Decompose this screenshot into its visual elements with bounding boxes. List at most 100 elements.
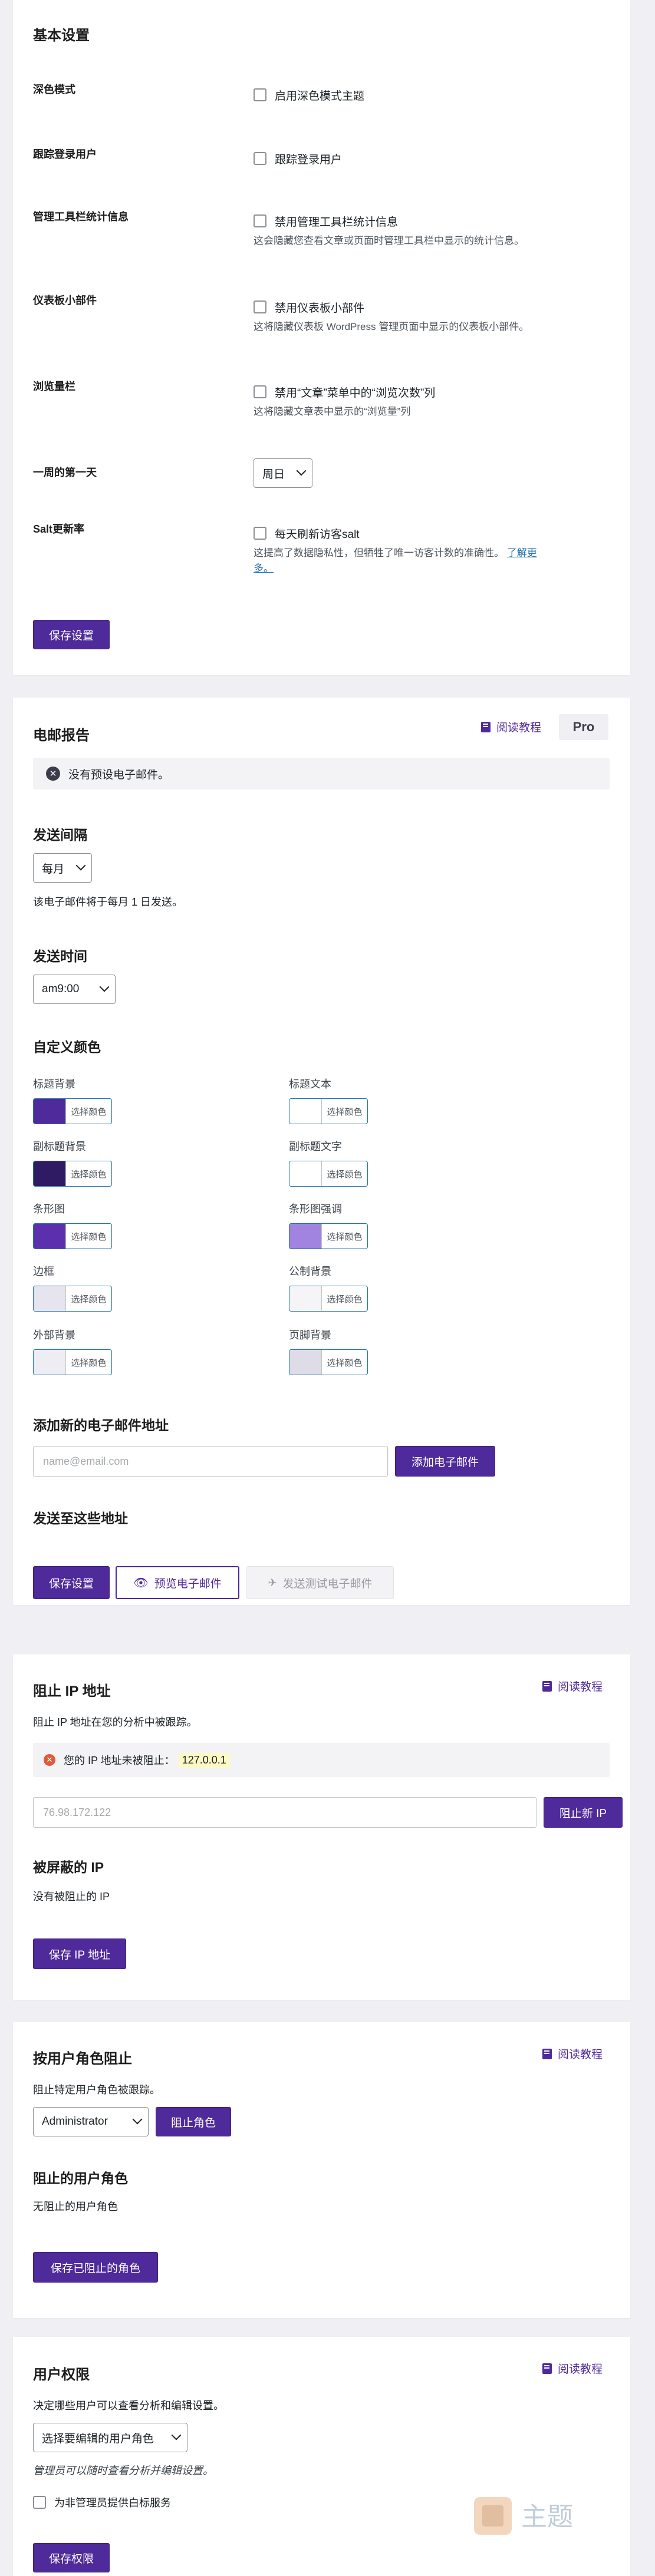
color-picker-text: 选择颜色 bbox=[321, 1161, 367, 1186]
salt-desc-text: 这提高了数据隐私性，但牺牲了唯一访客计数的准确性。 bbox=[254, 547, 504, 559]
email-reports-card: 电邮报告 阅读教程 Pro ✕ 没有预设电子邮件。 发送间隔 每月 该电子邮件将… bbox=[13, 698, 630, 1605]
ip-address-input[interactable]: 76.98.172.122 bbox=[33, 1797, 536, 1828]
learn-more-link[interactable]: 了解更 bbox=[507, 547, 537, 559]
send-test-email-button: ✈ 发送测试电子邮件 bbox=[246, 1566, 394, 1599]
watermark-logo-graphic: 主题 bbox=[474, 2497, 573, 2535]
book-icon bbox=[542, 2363, 552, 2374]
send-interval-title: 发送间隔 bbox=[33, 827, 87, 843]
chevron-down-icon bbox=[171, 2430, 182, 2440]
send-time-title: 发送时间 bbox=[33, 949, 87, 964]
save-ip-button[interactable]: 保存 IP 地址 bbox=[33, 1938, 126, 1969]
salt-checkbox[interactable] bbox=[254, 527, 266, 540]
send-interval-value: 每月 bbox=[42, 863, 65, 876]
dark-mode-label: 深色模式 bbox=[33, 84, 75, 95]
chevron-down-icon bbox=[132, 2114, 143, 2125]
block-role-title: 按用户角色阻止 bbox=[33, 2051, 132, 2067]
dashboard-widget-checkbox[interactable] bbox=[254, 300, 266, 313]
views-column-label: 浏览量栏 bbox=[33, 381, 75, 392]
week-start-value: 周日 bbox=[262, 468, 285, 481]
views-column-desc: 这将隐藏文章表中显示的“浏览量”列 bbox=[254, 406, 411, 417]
admin-bar-checkbox[interactable] bbox=[254, 214, 266, 227]
track-users-checkbox[interactable] bbox=[254, 152, 266, 165]
color-label-outer-bg: 外部背景 bbox=[33, 1329, 75, 1341]
preview-email-button[interactable]: 👁 预览电子邮件 bbox=[116, 1566, 239, 1599]
admin-note: 管理员可以随时查看分析并编辑设置。 bbox=[33, 2465, 213, 2476]
add-email-button[interactable]: 添加电子邮件 bbox=[395, 1446, 495, 1477]
color-swatch bbox=[289, 1161, 321, 1186]
admin-bar-label: 管理工具栏统计信息 bbox=[33, 211, 129, 223]
color-picker-text: 选择颜色 bbox=[321, 1286, 367, 1311]
views-column-checkbox[interactable] bbox=[254, 385, 266, 398]
perm-read-tutorial-text: 阅读教程 bbox=[558, 2363, 603, 2376]
block-new-ip-button[interactable]: 阻止新 IP bbox=[544, 1797, 623, 1828]
email-reports-title: 电邮报告 bbox=[33, 728, 90, 744]
no-preset-email-text: 没有预设电子邮件。 bbox=[68, 768, 170, 781]
color-picker-subheader-bg[interactable]: 选择颜色 bbox=[33, 1161, 112, 1187]
edit-role-select[interactable]: 选择要编辑的用户角色 bbox=[33, 2423, 187, 2452]
color-picker-text: 选择颜色 bbox=[65, 1099, 111, 1124]
save-settings-button[interactable]: 保存设置 bbox=[33, 620, 110, 649]
color-swatch bbox=[289, 1099, 321, 1124]
role-select[interactable]: Administrator bbox=[33, 2107, 149, 2136]
color-picker-header-text[interactable]: 选择颜色 bbox=[289, 1098, 368, 1124]
color-label-header-text: 标题文本 bbox=[289, 1078, 331, 1090]
color-picker-bar-accent[interactable]: 选择颜色 bbox=[289, 1223, 368, 1249]
white-label-checkbox[interactable] bbox=[33, 2496, 46, 2509]
color-picker-bar[interactable]: 选择颜色 bbox=[33, 1223, 112, 1249]
color-picker-metric-bg[interactable]: 选择颜色 bbox=[289, 1286, 368, 1312]
week-start-select[interactable]: 周日 bbox=[254, 458, 312, 488]
salt-label: Salt更新率 bbox=[33, 523, 85, 535]
send-interval-select[interactable]: 每月 bbox=[33, 853, 92, 883]
color-picker-text: 选择颜色 bbox=[321, 1099, 367, 1124]
send-time-select[interactable]: am9:00 bbox=[33, 975, 116, 1004]
role-read-tutorial-link[interactable]: 阅读教程 bbox=[542, 2046, 603, 2062]
block-ip-card: 阻止 IP 地址 阅读教程 阻止 IP 地址在您的分析中被跟踪。 ✕ 您的 IP… bbox=[13, 1654, 630, 2000]
color-picker-text: 选择颜色 bbox=[65, 1286, 111, 1311]
color-swatch bbox=[34, 1350, 65, 1375]
add-email-title: 添加新的电子邮件地址 bbox=[33, 1418, 169, 1433]
basic-settings-card: 基本设置 深色模式 启用深色模式主题 跟踪登录用户 跟踪登录用户 管理工具栏统计… bbox=[13, 0, 630, 675]
send-interval-desc: 该电子邮件将于每月 1 日发送。 bbox=[33, 896, 183, 908]
color-label-subheader-bg: 副标题背景 bbox=[33, 1141, 86, 1152]
save-permissions-button[interactable]: 保存权限 bbox=[33, 2543, 110, 2572]
color-picker-header-bg[interactable]: 选择颜色 bbox=[33, 1098, 112, 1124]
blocked-ips-empty: 没有被阻止的 IP bbox=[33, 1891, 110, 1903]
dark-mode-checkbox[interactable] bbox=[254, 88, 266, 101]
admin-bar-desc: 这会隐藏您查看文章或页面时管理工具栏中显示的统计信息。 bbox=[254, 235, 524, 246]
email-save-settings-button[interactable]: 保存设置 bbox=[33, 1566, 110, 1599]
book-icon bbox=[542, 2048, 552, 2059]
save-blocked-roles-button[interactable]: 保存已阻止的角色 bbox=[33, 2252, 158, 2283]
block-role-card: 按用户角色阻止 阅读教程 阻止特定用户角色被跟踪。 Administrator … bbox=[13, 2022, 630, 2318]
blocked-ips-title: 被屏蔽的 IP bbox=[33, 1860, 104, 1875]
color-label-border: 边框 bbox=[33, 1266, 54, 1277]
send-test-email-text: 发送测试电子邮件 bbox=[282, 1577, 373, 1590]
color-label-metric-bg: 公制背景 bbox=[289, 1266, 331, 1277]
dark-mode-checkbox-label: 启用深色模式主题 bbox=[275, 90, 365, 103]
current-ip-value: 127.0.0.1 bbox=[178, 1752, 230, 1768]
color-picker-outer-bg[interactable]: 选择颜色 bbox=[33, 1349, 112, 1375]
watermark-text: 主题 bbox=[521, 2502, 573, 2531]
block-ip-title: 阻止 IP 地址 bbox=[33, 1683, 111, 1699]
custom-colors-title: 自定义颜色 bbox=[33, 1039, 101, 1055]
ip-read-tutorial-link[interactable]: 阅读教程 bbox=[542, 1678, 603, 1694]
views-column-checkbox-label: 禁用“文章”菜单中的“浏览次数”列 bbox=[275, 387, 436, 399]
user-permissions-desc: 决定哪些用户可以查看分析和编辑设置。 bbox=[33, 2400, 224, 2412]
block-role-button[interactable]: 阻止角色 bbox=[156, 2107, 231, 2136]
watermark-badge-inner bbox=[482, 2505, 503, 2527]
admin-bar-checkbox-label: 禁用管理工具栏统计信息 bbox=[275, 216, 399, 229]
email-read-tutorial-link[interactable]: 阅读教程 bbox=[481, 719, 541, 735]
close-circle-icon: ✕ bbox=[46, 767, 60, 781]
color-picker-footer-bg[interactable]: 选择颜色 bbox=[289, 1349, 368, 1375]
email-address-input[interactable]: name@email.com bbox=[33, 1446, 388, 1477]
preview-email-text: 预览电子邮件 bbox=[154, 1577, 222, 1590]
color-picker-text: 选择颜色 bbox=[65, 1224, 111, 1249]
color-picker-subheader-text[interactable]: 选择颜色 bbox=[289, 1161, 368, 1187]
basic-settings-title: 基本设置 bbox=[33, 28, 90, 44]
color-picker-border[interactable]: 选择颜色 bbox=[33, 1286, 112, 1312]
learn-more-link-cont[interactable]: 多。 bbox=[254, 563, 274, 574]
color-swatch bbox=[34, 1161, 65, 1186]
salt-desc: 这提高了数据隐私性，但牺牲了唯一访客计数的准确性。 了解更 多。 bbox=[254, 546, 584, 576]
dashboard-widget-label: 仪表板小部件 bbox=[33, 295, 97, 306]
perm-read-tutorial-link[interactable]: 阅读教程 bbox=[542, 2360, 603, 2376]
user-permissions-title: 用户权限 bbox=[33, 2367, 90, 2383]
